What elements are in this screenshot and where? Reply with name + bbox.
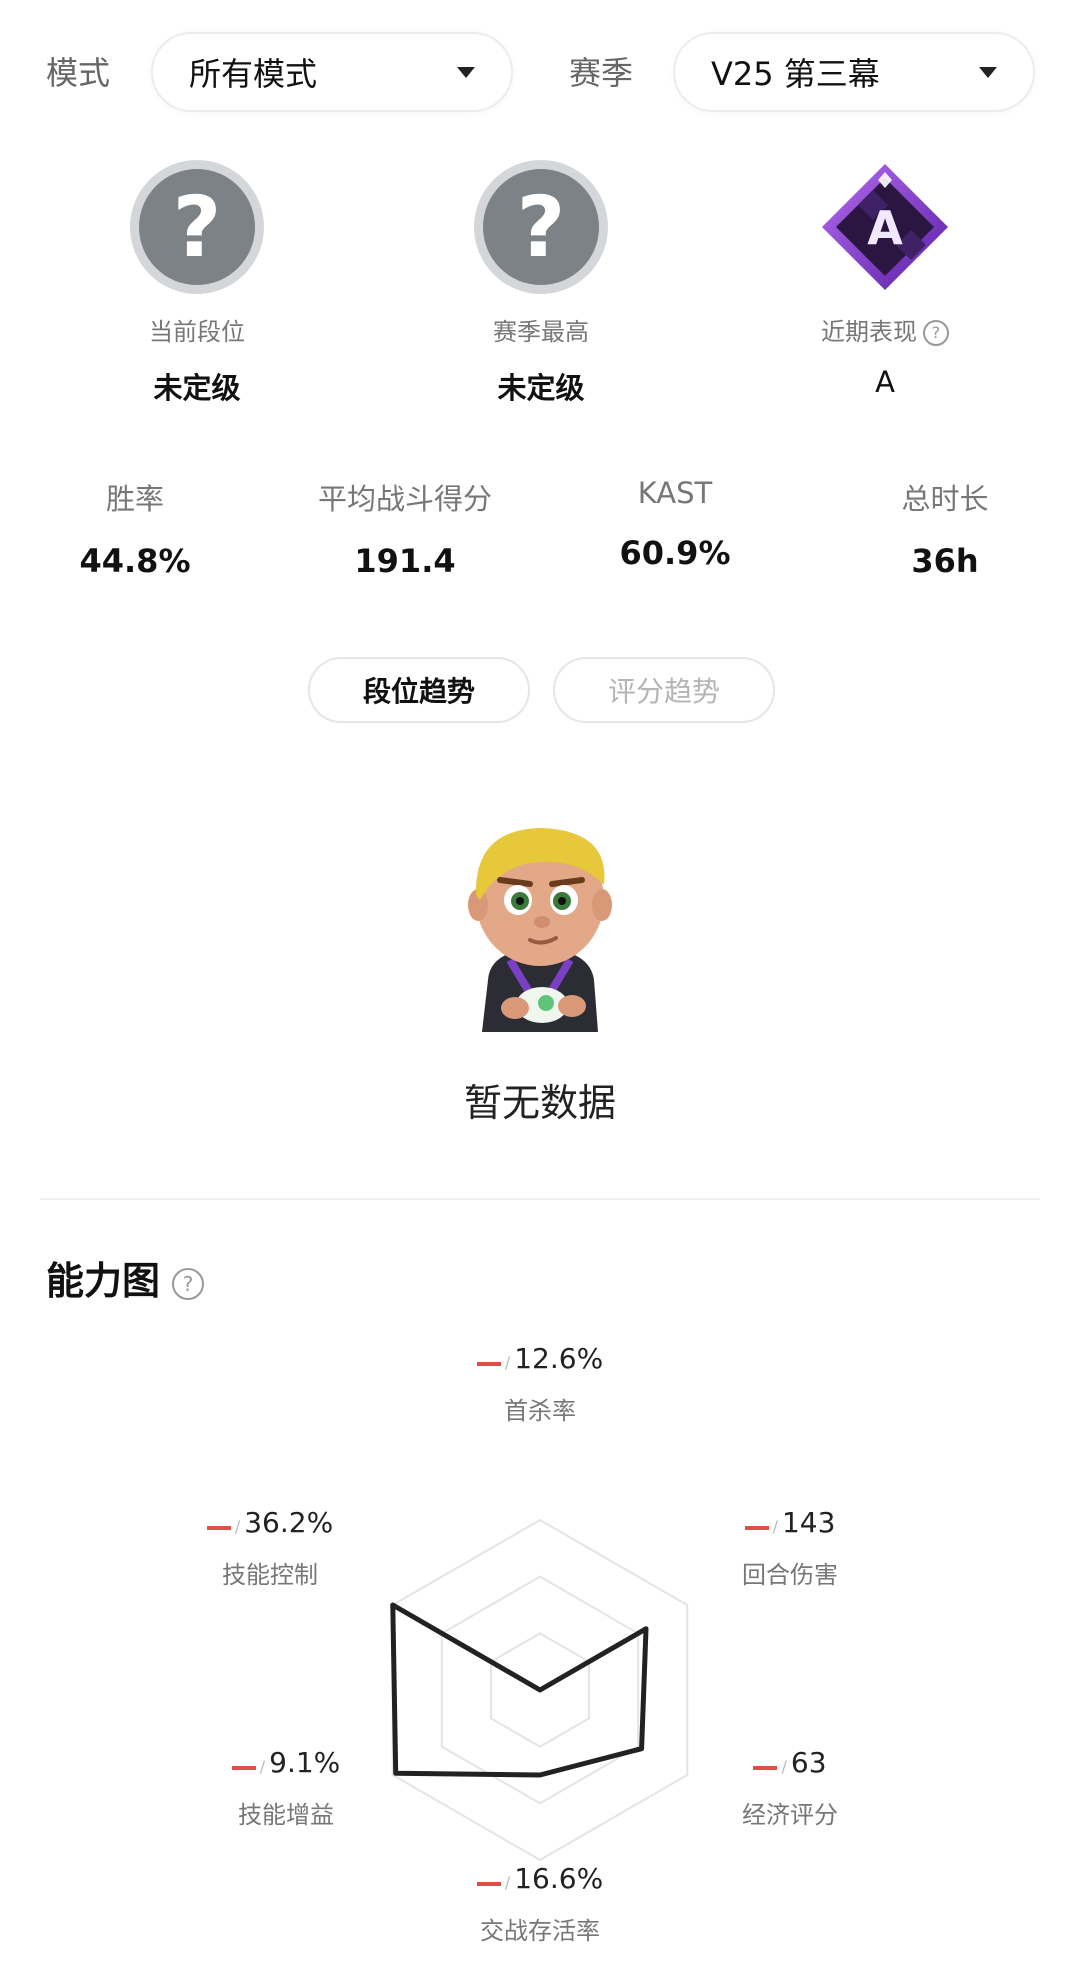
radar-label-round-damage: /143 回合伤害	[670, 1506, 910, 1590]
ability-chart-header: 能力图?	[46, 1250, 205, 1305]
dash-icon	[231, 1765, 256, 1770]
unranked-badge-icon: ?	[474, 160, 608, 294]
radar-value: 12.6%	[514, 1342, 604, 1375]
radar-name: 首杀率	[504, 1397, 576, 1425]
ability-radar-chart	[390, 1518, 689, 1862]
radar-name: 技能控制	[222, 1561, 318, 1589]
stat-label: 胜率	[105, 482, 164, 516]
stat-value: 60.9%	[619, 534, 731, 572]
radar-label-economy-score: /63 经济评分	[670, 1746, 910, 1830]
divider	[40, 1198, 1040, 1200]
season-select-value: V25 第三幕	[711, 55, 880, 93]
stat-avg-combat-score: 平均战斗得分 191.4	[270, 476, 540, 580]
tab-score-trend[interactable]: 评分趋势	[553, 657, 775, 723]
unranked-badge-icon: ?	[130, 160, 264, 294]
radar-value: 143	[781, 1506, 836, 1539]
current-rank-title: 当前段位	[149, 318, 245, 346]
radar-label-first-kill-rate: /12.6% 首杀率	[420, 1342, 660, 1426]
stat-label: 总时长	[901, 482, 989, 516]
recent-performance-value: A	[875, 365, 895, 399]
recent-performance: A 近期表现? A	[735, 160, 1035, 399]
section-title: 能力图	[46, 1259, 161, 1303]
mode-label: 模式	[46, 54, 111, 92]
svg-text:A: A	[867, 201, 903, 255]
radar-label-skill-boost: /9.1% 技能增益	[166, 1746, 406, 1830]
stat-value: 44.8%	[79, 542, 191, 580]
mode-select-value: 所有模式	[189, 55, 318, 93]
stat-value: 191.4	[354, 542, 456, 580]
stat-win-rate: 胜率 44.8%	[0, 476, 270, 580]
empty-state-mascot	[460, 800, 620, 1040]
season-best-rank: ? 赛季最高 未定级	[391, 160, 691, 407]
radar-value: 16.6%	[514, 1862, 604, 1895]
help-icon[interactable]: ?	[172, 1267, 205, 1300]
stat-value: 36h	[911, 542, 979, 580]
mode-select[interactable]: 所有模式	[151, 32, 513, 112]
radar-label-engagement-survival: /16.6% 交战存活率	[420, 1862, 660, 1946]
radar-name: 技能增益	[238, 1801, 334, 1829]
current-rank: ? 当前段位 未定级	[47, 160, 347, 407]
empty-state-text: 暂无数据	[463, 1081, 616, 1125]
season-label: 赛季	[569, 54, 634, 92]
stat-label: 平均战斗得分	[317, 482, 492, 516]
tab-rank-trend[interactable]: 段位趋势	[308, 657, 530, 723]
season-best-value: 未定级	[497, 371, 585, 405]
season-best-title: 赛季最高	[493, 318, 589, 346]
recent-performance-title: 近期表现	[821, 318, 917, 346]
performance-grade-badge-icon: A	[818, 160, 952, 294]
radar-value: 36.2%	[244, 1506, 334, 1539]
dash-icon	[476, 1881, 501, 1886]
stat-total-time: 总时长 36h	[810, 476, 1080, 580]
season-select[interactable]: V25 第三幕	[673, 32, 1035, 112]
stat-label: KAST	[637, 476, 713, 510]
radar-label-skill-control: /36.2% 技能控制	[150, 1506, 390, 1590]
dash-icon	[476, 1361, 501, 1366]
radar-value: 63	[790, 1746, 827, 1779]
dash-icon	[744, 1525, 769, 1530]
chevron-down-icon	[457, 66, 475, 78]
radar-name: 回合伤害	[742, 1561, 838, 1589]
current-rank-value: 未定级	[153, 371, 241, 405]
stat-kast: KAST 60.9%	[540, 476, 810, 572]
dash-icon	[753, 1765, 778, 1770]
help-icon[interactable]: ?	[923, 320, 949, 346]
radar-value-shape	[390, 1602, 649, 1778]
dash-icon	[206, 1525, 231, 1530]
radar-name: 交战存活率	[480, 1917, 600, 1945]
chevron-down-icon	[979, 66, 997, 78]
radar-name: 经济评分	[742, 1801, 838, 1829]
radar-value: 9.1%	[269, 1746, 341, 1779]
